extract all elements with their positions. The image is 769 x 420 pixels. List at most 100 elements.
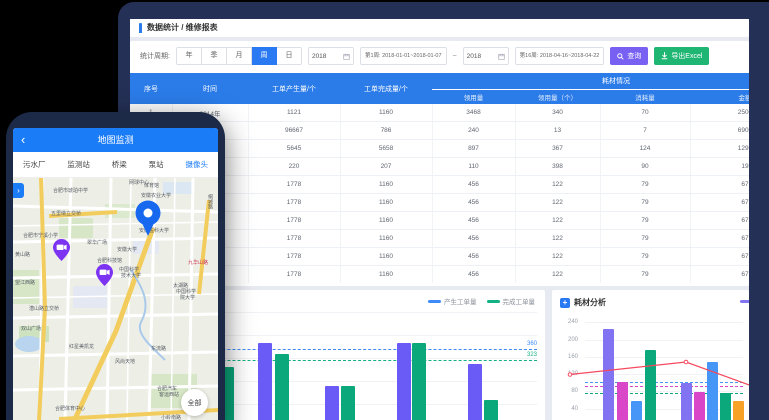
map-expander-button[interactable]: › — [13, 183, 24, 198]
tab-泵站[interactable]: 泵站 — [149, 159, 164, 170]
search-icon — [617, 53, 624, 60]
selected-location-pin-icon[interactable] — [134, 200, 162, 243]
breadcrumb-accent — [139, 23, 142, 33]
calendar-icon — [343, 53, 350, 60]
bar-完成工单量 — [341, 386, 355, 420]
phone-page-title: 地图监测 — [13, 128, 218, 152]
col-subheader: 领用量 — [432, 90, 515, 105]
y-axis-tick: 40 — [556, 406, 578, 412]
tab-污水厂[interactable]: 污水厂 — [23, 159, 46, 170]
map-labels: 网球中心合肥市琥珀中学体育馆安徽农业大学桐城路五里墩立交桥安徽医科大学合肥市宁溪… — [13, 178, 218, 420]
map-label: 翠华广场 — [87, 239, 107, 246]
map-label: 五里墩立交桥 — [51, 210, 81, 217]
map-label: 风尚天地 — [115, 358, 135, 365]
breadcrumb: 数据统计 / 维修报表 — [147, 19, 218, 37]
gridline — [585, 322, 743, 323]
map-label: 合肥科技馆 — [97, 257, 122, 264]
map-label: 安徽大学 — [117, 246, 137, 253]
period-group: 年季月周日 — [176, 47, 302, 65]
table-row: 12014年112111603468340702500 — [130, 104, 749, 122]
col-header-no: 序号 — [130, 73, 172, 104]
right-chart-plot: 2402001601208040 — [552, 290, 749, 420]
year-from-value: 2018 — [312, 53, 326, 60]
query-button[interactable]: 查询 — [610, 47, 648, 65]
y-axis-tick: 200 — [556, 337, 578, 343]
map-label: 安徽农业大学 — [141, 192, 171, 199]
show-all-button[interactable]: 全部 — [181, 389, 208, 416]
y-axis-tick: 240 — [556, 319, 578, 325]
col-header-completed: 工单完成量/个 — [340, 73, 432, 104]
map-label: 东流路 — [151, 345, 166, 352]
map-label: 体育馆 — [144, 182, 159, 189]
phone-mockup: ‹ 地图监测 污水厂 监测站 桥梁 泵站 摄像头 — [6, 112, 225, 420]
year-to-select[interactable]: 2018 — [463, 47, 509, 65]
week-to-input[interactable]: 第16周: 2018-04-16~2018-04-22 — [515, 47, 605, 65]
map-label: 客运西站 — [159, 391, 179, 398]
col-header-time: 时间 — [172, 73, 248, 104]
bar-group2 — [681, 383, 692, 420]
period-button-周[interactable]: 周 — [252, 47, 277, 65]
map-label: 小岭南路 — [161, 414, 181, 420]
map-label: 合肥体育中心 — [55, 405, 85, 412]
bar-产生工单量 — [397, 343, 411, 420]
bar-group2 — [707, 362, 718, 420]
export-excel-button[interactable]: 导出Excel — [654, 47, 709, 65]
bar-完成工单量 — [275, 354, 289, 420]
period-button-月[interactable]: 月 — [227, 47, 252, 65]
col-subheader: 领用量（个） — [515, 90, 600, 105]
breadcrumb-card: 数据统计 / 维修报表 — [130, 19, 749, 37]
calendar-icon — [498, 53, 505, 60]
download-icon — [661, 52, 668, 60]
col-subheader: 消耗量 — [600, 90, 690, 105]
map-label: 潜山路立交桥 — [29, 305, 59, 312]
col-subheader: 金额 — [690, 90, 749, 105]
year-to-value: 2018 — [467, 53, 481, 60]
col-header-created: 工单产生量/个 — [248, 73, 340, 104]
period-button-年[interactable]: 年 — [176, 47, 202, 65]
bar-group2 — [733, 401, 744, 420]
tab-监测站[interactable]: 监测站 — [67, 159, 90, 170]
map-label: 望江西路 — [15, 279, 35, 286]
camera-pin-icon[interactable] — [96, 264, 113, 291]
col-header-group: 耗材情况 — [432, 73, 749, 90]
tab-摄像头[interactable]: 摄像头 — [186, 159, 209, 170]
bar-完成工单量 — [412, 343, 426, 420]
bar-产生工单量 — [258, 343, 272, 420]
map-label: 黄山路 — [15, 251, 30, 258]
phone-header: ‹ 地图监测 — [13, 128, 218, 152]
bar-group1 — [617, 382, 628, 420]
map-label: 红星美凯龙 — [69, 343, 94, 350]
filter-row: 统计周期: 年季月周日 2018 第1周: 2018-01-01~2018-01… — [140, 47, 709, 65]
phone-tabs: 污水厂 监测站 桥梁 泵站 摄像头 — [13, 152, 218, 178]
bar-group1 — [645, 350, 656, 420]
map-label: 技术大学 — [121, 272, 141, 279]
bar-产生工单量 — [468, 364, 482, 420]
year-from-select[interactable]: 2018 — [308, 47, 354, 65]
map-label: 合肥市宁溪小学 — [23, 232, 58, 239]
stage: 数据统计 / 维修报表 统计周期: 年季月周日 2018 第1周: 2018-0… — [0, 0, 769, 420]
period-button-日[interactable]: 日 — [277, 47, 302, 65]
back-icon[interactable]: ‹ — [21, 128, 25, 152]
map-label: 院大学 — [180, 294, 195, 301]
reference-line-label: 360 — [513, 341, 537, 347]
y-axis-tick: 80 — [556, 388, 578, 394]
map-label: 合肥市琥珀中学 — [53, 187, 88, 194]
bar-group2 — [720, 393, 731, 420]
consumables-chart-card: + 耗材分析 2402001601208040 — [552, 290, 749, 420]
map-label: 太湖路 — [173, 282, 188, 289]
bar-group2 — [694, 392, 705, 420]
range-separator: ~ — [453, 53, 457, 60]
period-button-季[interactable]: 季 — [202, 47, 227, 65]
week-from-input[interactable]: 第1周: 2018-01-01~2018-01-07 — [360, 47, 447, 65]
map-label: 九华山路 — [188, 259, 208, 266]
phone-screen: ‹ 地图监测 污水厂 监测站 桥梁 泵站 摄像头 — [13, 128, 218, 420]
reference-line-label: 323 — [513, 352, 537, 358]
tab-桥梁[interactable]: 桥梁 — [112, 159, 127, 170]
camera-pin-icon[interactable] — [53, 239, 70, 266]
period-label: 统计周期: — [140, 51, 170, 61]
y-axis-tick: 120 — [556, 371, 578, 377]
map-view[interactable]: 网球中心合肥市琥珀中学体育馆安徽农业大学桐城路五里墩立交桥安徽医科大学合肥市宁溪… — [13, 178, 218, 420]
bar-group1 — [631, 401, 642, 420]
map-label: 双山广场 — [21, 325, 41, 332]
bar-group1 — [603, 329, 614, 420]
